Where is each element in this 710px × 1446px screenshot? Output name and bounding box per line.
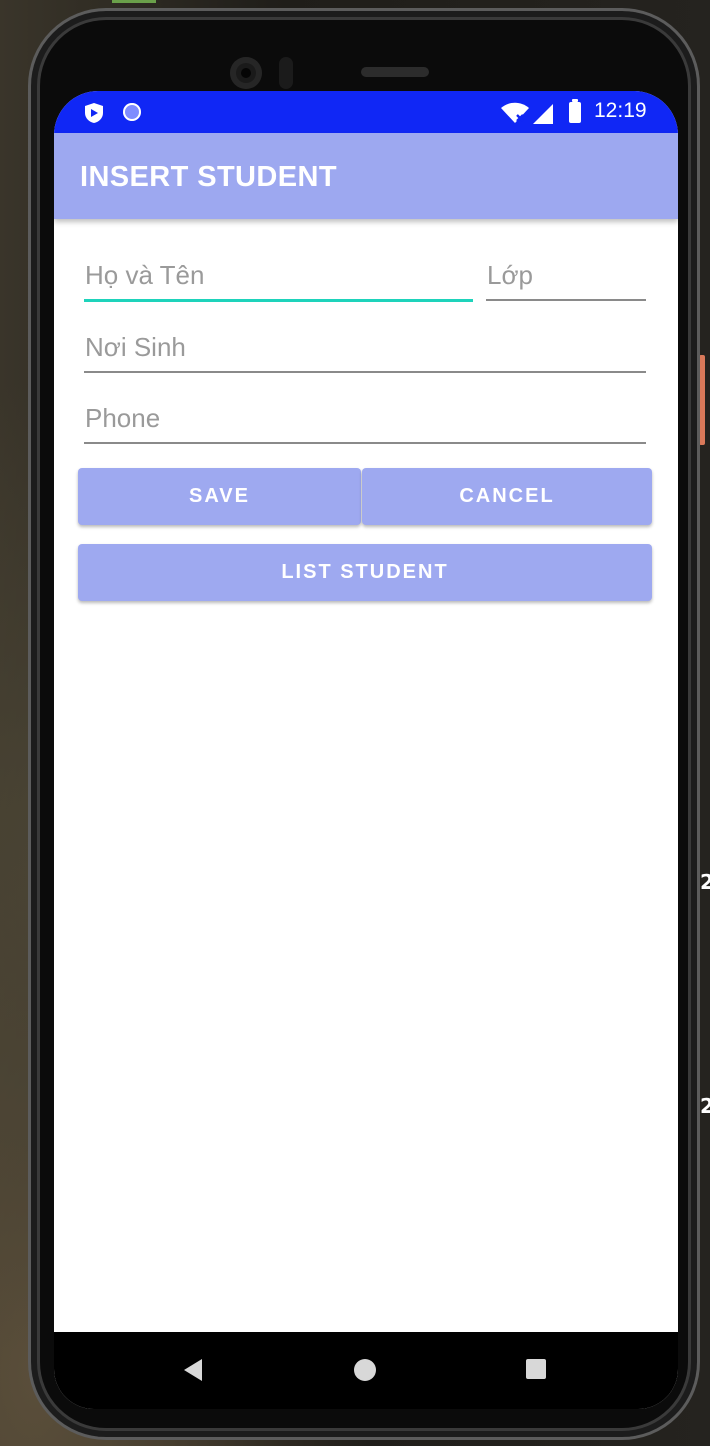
front-camera (230, 57, 262, 89)
back-icon[interactable] (184, 1359, 202, 1381)
desktop-side-label: 2 (700, 1094, 710, 1118)
list-student-button[interactable]: LIST STUDENT (78, 544, 652, 601)
device-screen: 12:19 INSERT STUDENT SAVE CANCEL LIST ST… (54, 91, 678, 1409)
class-field[interactable] (486, 251, 647, 301)
recent-apps-icon[interactable] (526, 1359, 546, 1379)
camera-lens (241, 68, 251, 78)
class-input[interactable] (486, 251, 647, 299)
desktop-accent-strip (112, 0, 156, 3)
circle-icon (123, 103, 141, 121)
birthplace-input[interactable] (84, 323, 647, 371)
birthplace-field[interactable] (84, 323, 647, 373)
cancel-button[interactable]: CANCEL (362, 468, 652, 525)
wifi-icon (501, 102, 529, 123)
battery-icon (569, 99, 581, 123)
status-time: 12:19 (594, 99, 647, 122)
navigation-bar (54, 1332, 678, 1409)
status-bar: 12:19 (54, 91, 678, 133)
home-icon[interactable] (354, 1359, 376, 1381)
app-bar: INSERT STUDENT (54, 133, 678, 219)
signal-icon (533, 104, 553, 124)
proximity-sensor (279, 57, 293, 89)
page-title: INSERT STUDENT (80, 161, 337, 193)
earpiece-speaker (361, 67, 429, 77)
insert-student-form: SAVE CANCEL LIST STUDENT (54, 219, 678, 1331)
name-field[interactable] (84, 251, 474, 302)
desktop-side-label: 2 (700, 870, 710, 894)
phone-input[interactable] (84, 394, 647, 442)
phone-field[interactable] (84, 394, 647, 444)
save-button[interactable]: SAVE (78, 468, 361, 525)
shield-icon (85, 103, 103, 123)
name-input[interactable] (84, 251, 474, 299)
